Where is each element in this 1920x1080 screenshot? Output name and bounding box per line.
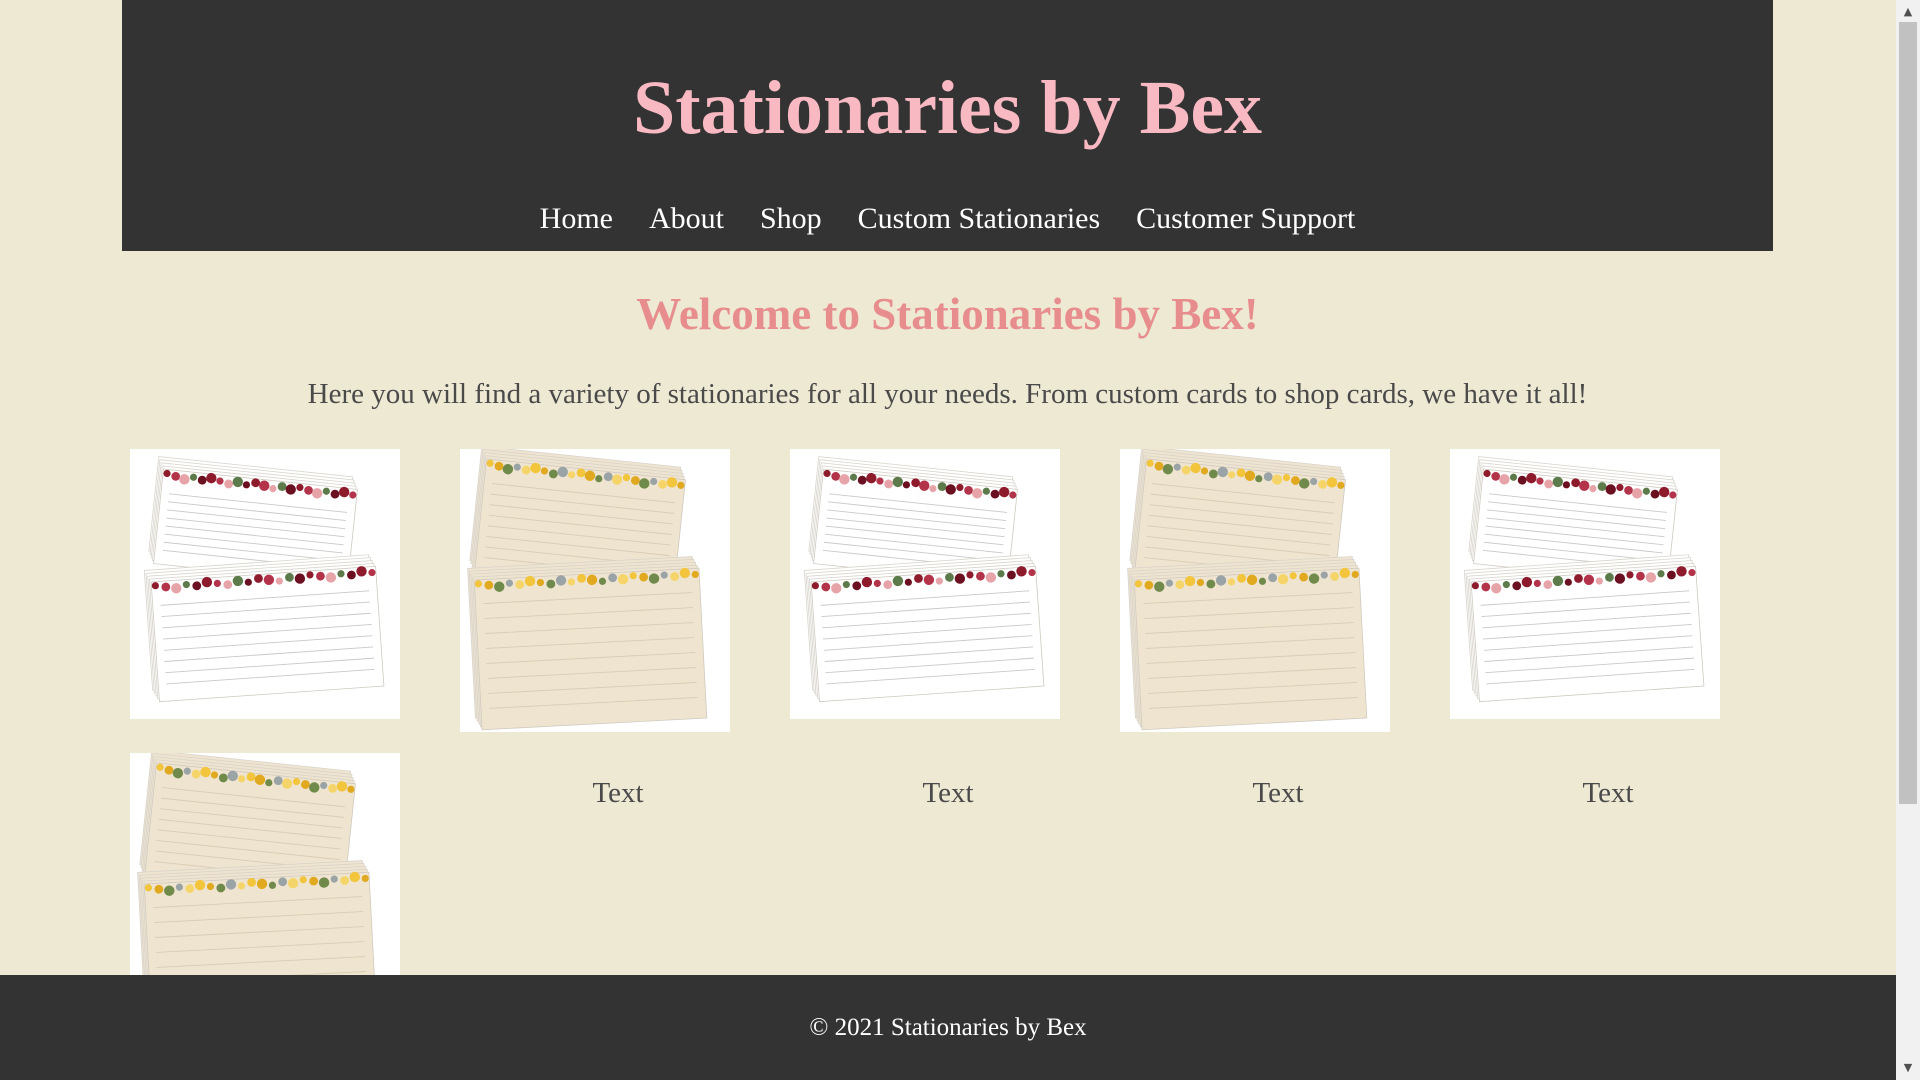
main-nav: Home About Shop Custom Stationaries Cust…: [122, 198, 1773, 240]
nav-customer-support-link[interactable]: Customer Support: [1136, 198, 1355, 240]
scroll-thumb[interactable]: [1899, 22, 1917, 804]
intro-text: Here you will find a variety of stationa…: [307, 378, 1588, 410]
index-card-illustration: [1450, 449, 1720, 719]
index-card-illustration: [790, 449, 1060, 719]
triangle-down-icon[interactable]: ▼: [1896, 1058, 1920, 1078]
site-footer: © 2021 Stationaries by Bex: [0, 975, 1896, 1080]
product-image-4[interactable]: [1120, 449, 1390, 732]
nav-about-link[interactable]: About: [649, 198, 724, 240]
product-caption-3: Text: [922, 777, 974, 809]
triangle-up-icon[interactable]: ▲: [1896, 2, 1920, 22]
product-image-2[interactable]: [460, 449, 730, 732]
nav-shop-link[interactable]: Shop: [760, 198, 822, 240]
index-card-illustration: [130, 449, 400, 719]
nav-custom-stationaries-link[interactable]: Custom Stationaries: [858, 198, 1101, 240]
index-card-illustration: [460, 449, 730, 732]
vertical-scrollbar[interactable]: ▲ ▼: [1896, 0, 1920, 1080]
product-image-5[interactable]: [1450, 449, 1720, 719]
nav-home-link[interactable]: Home: [540, 198, 613, 240]
product-image-1[interactable]: [130, 449, 400, 719]
product-image-3[interactable]: [790, 449, 1060, 719]
page: Stationaries by Bex Home About Shop Cust…: [0, 0, 1896, 1080]
product-caption-2: Text: [592, 777, 644, 809]
product-caption-4: Text: [1252, 777, 1304, 809]
index-card-illustration: [1120, 449, 1390, 732]
product-caption-5: Text: [1582, 777, 1634, 809]
copyright-text: © 2021 Stationaries by Bex: [809, 1014, 1087, 1041]
welcome-heading: Welcome to Stationaries by Bex!: [636, 289, 1259, 339]
site-header: Stationaries by Bex Home About Shop Cust…: [122, 0, 1773, 251]
site-title: Stationaries by Bex: [632, 66, 1263, 150]
